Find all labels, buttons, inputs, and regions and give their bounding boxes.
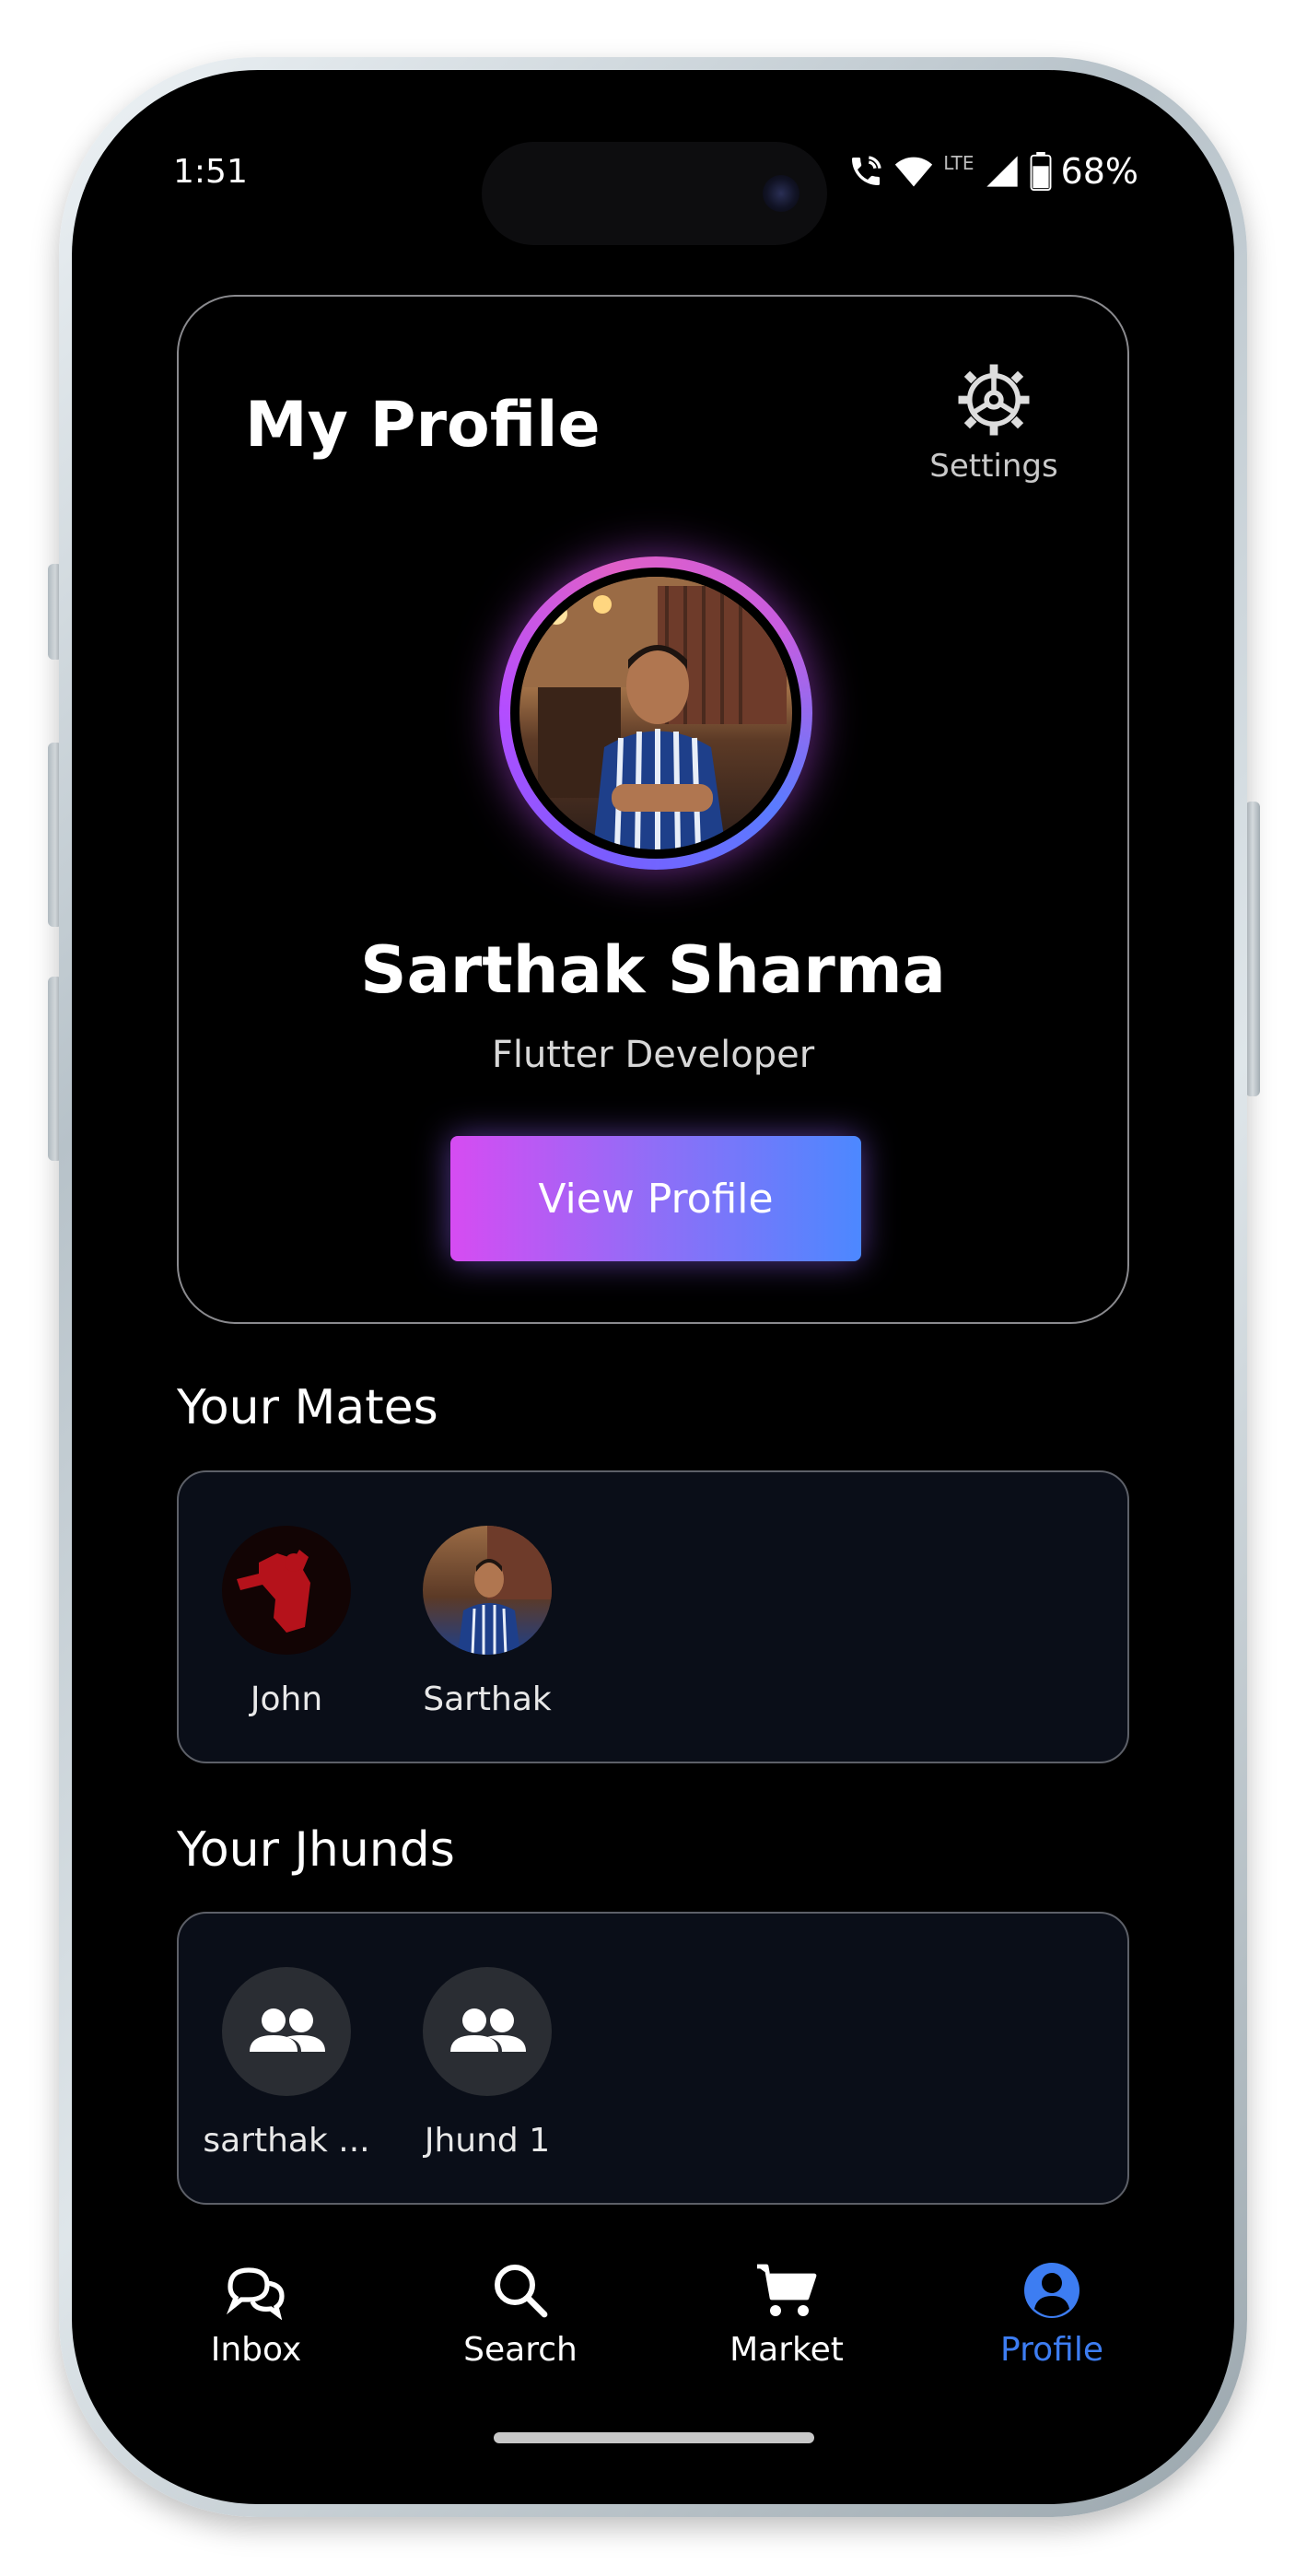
- avatar-border: [510, 568, 801, 859]
- chat-bubbles-icon: [226, 2267, 285, 2321]
- gear-icon: [958, 364, 1030, 436]
- profile-avatar[interactable]: [499, 556, 812, 870]
- nav-item-search[interactable]: Search: [428, 2261, 613, 2369]
- view-profile-button[interactable]: View Profile: [450, 1136, 861, 1261]
- wifi-calling-icon: [852, 156, 881, 185]
- status-icons: LTE 68%: [847, 151, 1138, 192]
- profile-card: My Profile Settings Sarthak Sharma Flutt…: [177, 295, 1129, 1324]
- group-icon: [250, 2008, 325, 2052]
- nav-label: Search: [463, 2331, 578, 2369]
- nav-item-inbox[interactable]: Inbox: [164, 2261, 348, 2369]
- nav-label: Inbox: [210, 2331, 302, 2369]
- group-icon: [450, 2008, 526, 2052]
- settings-button[interactable]: Settings: [925, 361, 1063, 485]
- nav-item-profile[interactable]: Profile: [960, 2261, 1144, 2369]
- mate-avatar: [222, 1526, 351, 1655]
- avatar-photo: [519, 577, 792, 849]
- screen: 1:51 LTE 68% My Profile Settings Sarthak…: [111, 109, 1197, 2465]
- profile-icon: [1024, 2263, 1079, 2318]
- mate-avatar: [423, 1526, 552, 1655]
- profile-name: Sarthak Sharma: [360, 932, 946, 1008]
- camera-lens: [763, 175, 799, 212]
- jhund-avatar: [423, 1967, 552, 2096]
- cart-icon: [757, 2264, 817, 2316]
- jhunds-section-title: Your Jhunds: [177, 1822, 455, 1878]
- signal-icon: [986, 156, 1018, 187]
- jhund-item-sarthak[interactable]: sarthak ...: [199, 1967, 374, 2160]
- wifi-icon: [895, 157, 933, 187]
- status-time: 1:51: [173, 153, 248, 191]
- nav-item-market[interactable]: Market: [694, 2261, 879, 2369]
- search-icon: [495, 2265, 548, 2318]
- mates-section-title: Your Mates: [177, 1380, 438, 1435]
- nav-label: Profile: [1000, 2331, 1103, 2369]
- settings-label: Settings: [929, 448, 1058, 485]
- mates-card: John Sarthak: [177, 1470, 1129, 1763]
- home-indicator[interactable]: [494, 2432, 814, 2443]
- jhund-label: sarthak ...: [203, 2122, 370, 2160]
- power-button: [1245, 802, 1260, 1096]
- battery-icon: [1030, 152, 1051, 191]
- mate-item-john[interactable]: John: [199, 1526, 374, 1718]
- battery-level: 68%: [1060, 151, 1138, 192]
- jhund-label: Jhund 1: [424, 2122, 551, 2160]
- network-type: LTE: [943, 152, 974, 174]
- dynamic-island: [482, 142, 827, 245]
- jhund-avatar: [222, 1967, 351, 2096]
- jhunds-card: sarthak ... Jhund 1: [177, 1912, 1129, 2205]
- bottom-nav: Inbox Search Market Profile: [111, 2261, 1197, 2390]
- mate-label: John: [250, 1680, 323, 1718]
- mate-label: Sarthak: [423, 1680, 552, 1718]
- page-title: My Profile: [245, 389, 601, 462]
- profile-role: Flutter Developer: [491, 1034, 815, 1076]
- nav-label: Market: [729, 2331, 844, 2369]
- mate-item-sarthak[interactable]: Sarthak: [400, 1526, 575, 1718]
- jhund-item-1[interactable]: Jhund 1: [400, 1967, 575, 2160]
